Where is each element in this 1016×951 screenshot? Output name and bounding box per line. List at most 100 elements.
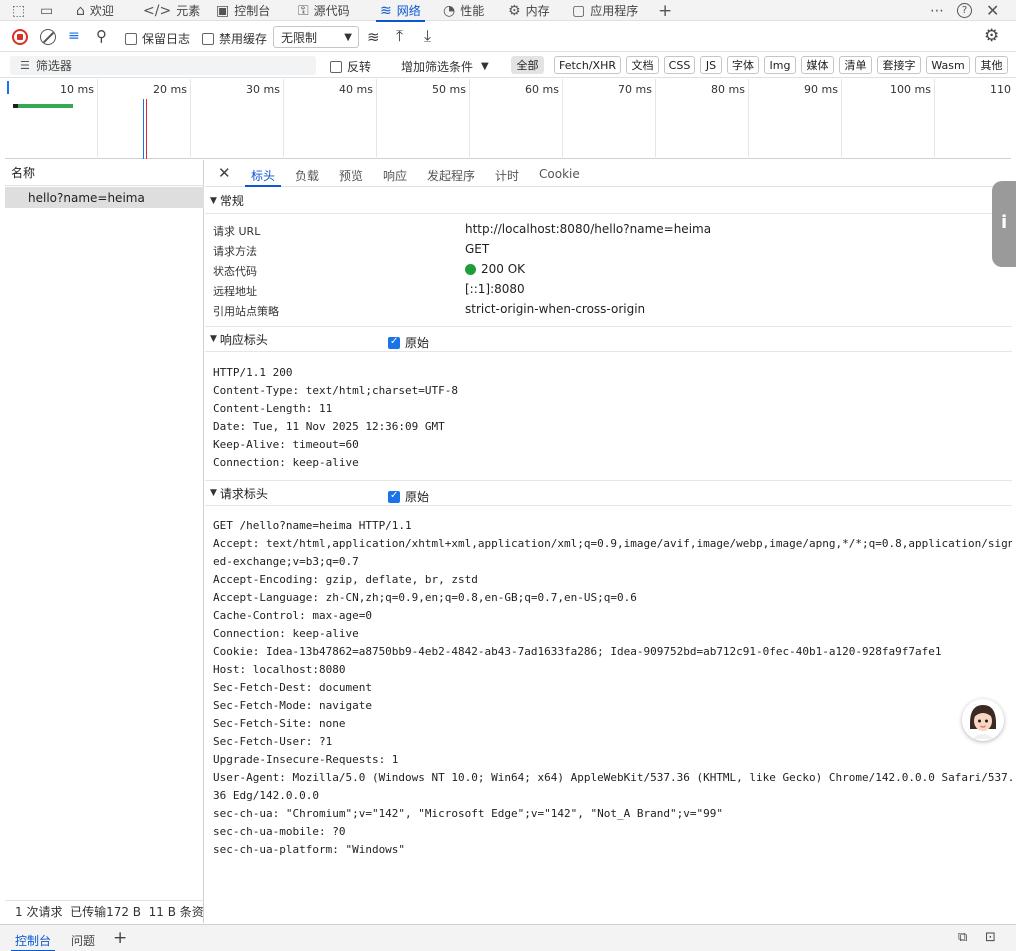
timeline-tick: 70 ms [563, 79, 656, 159]
help-button[interactable]: ? [957, 0, 977, 21]
response-headers-section-header[interactable]: ▼ 响应标头 原始 [205, 326, 1012, 352]
tab-response[interactable]: 响应 [383, 167, 407, 184]
gear-icon: ⚙ [984, 26, 1000, 46]
filter-type-manifest[interactable]: 清单 [839, 56, 872, 74]
tick-label: 90 ms [804, 83, 838, 96]
disable-cache-checkbox[interactable]: 禁用缓存 [202, 30, 267, 47]
drawer-tab-console[interactable]: 控制台 [10, 932, 56, 951]
filter-placeholder: 筛选器 [35, 59, 72, 73]
request-headers-section-header[interactable]: ▼ 请求标头 原始 [205, 480, 1012, 506]
filter-type-wasm[interactable]: Wasm [926, 56, 970, 74]
chevron-down-icon: ▼ [344, 31, 352, 43]
header-line: Sec-Fetch-Site: none [213, 717, 346, 730]
more-filters-dropdown[interactable]: 增加筛选条件 ▼ [401, 58, 489, 75]
section-title: 响应标头 [219, 332, 268, 347]
tab-welcome[interactable]: ⌂ 欢迎 [76, 0, 114, 21]
close-drawer-button[interactable]: ⊡ [985, 930, 996, 945]
assistant-avatar[interactable] [962, 699, 1004, 741]
checkbox-box [125, 32, 137, 45]
tab-performance[interactable]: ◔ 性能 [443, 0, 484, 21]
tick-label: 40 ms [339, 83, 373, 96]
stop-recording-button[interactable] [12, 29, 28, 45]
tab-payload[interactable]: 负载 [295, 167, 319, 184]
status-code-text: 200 OK [481, 262, 526, 276]
network-settings-button[interactable]: ⚙ [984, 26, 999, 46]
import-har-button[interactable]: ⤒ [396, 26, 403, 46]
tab-application[interactable]: ▢ 应用程序 [572, 0, 638, 21]
filter-type-socket[interactable]: 套接字 [877, 56, 921, 74]
tick-label: 50 ms [432, 83, 466, 96]
devtools-tab-bar: ⬚ ▭ ⌂ 欢迎 </> 元素 ▣ 控制台 ⚿ 源代码 ≋ 网络 ◔ 性能 ⚙ 内存 ▢ 应用程… [0, 0, 1016, 22]
filter-type-font[interactable]: 字体 [727, 56, 759, 74]
tab-preview[interactable]: 预览 [339, 167, 363, 184]
more-options-button[interactable]: ⋯ [930, 0, 949, 21]
filter-input[interactable]: ☰ 筛选器 [10, 56, 316, 75]
status-dot-icon [465, 263, 476, 275]
tab-console[interactable]: ▣ 控制台 [216, 0, 270, 21]
network-conditions-button[interactable]: ≋ [367, 28, 380, 46]
filter-type-js[interactable]: JS [700, 56, 722, 74]
detail-tab-bar: ✕ 标头 负载 预览 响应 发起程序 计时 Cookie [205, 160, 1012, 187]
raw-toggle-checkbox[interactable]: 原始 [388, 334, 429, 351]
dom-content-loaded-marker [143, 99, 144, 159]
header-line: Sec-Fetch-Mode: navigate [213, 699, 372, 712]
filter-icon: ≡ [68, 28, 80, 44]
header-line: 36 Edg/142.0.0.0 [213, 789, 319, 802]
request-row[interactable]: hello?name=heima [5, 187, 204, 208]
tab-timing[interactable]: 计时 [495, 167, 519, 184]
filter-type-fetch-xhr[interactable]: Fetch/XHR [554, 56, 621, 74]
filter-type-doc[interactable]: 文档 [626, 56, 659, 74]
tab-initiator[interactable]: 发起程序 [427, 167, 475, 184]
raw-toggle-checkbox[interactable]: 原始 [388, 488, 429, 505]
filter-type-media[interactable]: 媒体 [801, 56, 834, 74]
export-har-button[interactable]: ⤓ [424, 26, 431, 46]
timeline-overview[interactable]: 10 ms 20 ms 30 ms 40 ms 50 ms 60 ms 70 m… [5, 79, 1011, 159]
memory-icon: ⚙ [508, 2, 521, 19]
tab-label: 元素 [176, 4, 201, 18]
dock-drawer-button[interactable]: ⧉ [958, 930, 967, 945]
throttling-select[interactable]: 无限制 ▼ [273, 26, 359, 48]
close-devtools-button[interactable]: ✕ [986, 0, 1004, 21]
header-line: Host: localhost:8080 [213, 663, 346, 676]
download-icon: ⤓ [424, 26, 432, 45]
timeline-tick: 110 [935, 79, 1011, 159]
filter-type-other[interactable]: 其他 [975, 56, 1008, 74]
drawer-tab-bar: 控制台 问题 + ⧉ ⊡ [0, 924, 1016, 951]
sidebar-handle[interactable]: i [992, 181, 1016, 267]
timeline-tick: 10 ms [5, 79, 98, 159]
tick-label: 20 ms [153, 83, 187, 96]
filter-toggle-button[interactable]: ≡ [68, 28, 80, 44]
more-icon: ⋯ [930, 2, 944, 19]
section-title: 常规 [219, 194, 244, 208]
tab-cookies[interactable]: Cookie [539, 167, 580, 181]
more-tabs-button[interactable]: + [658, 0, 677, 21]
header-line: Cookie: Idea-13b47862=a8750bb9-4eb2-4842… [213, 645, 942, 658]
preserve-log-checkbox[interactable]: 保留日志 [125, 30, 190, 47]
header-line: Connection: keep-alive [213, 456, 359, 469]
tab-elements[interactable]: </> 元素 [143, 0, 200, 21]
name-column-header[interactable]: 名称 [5, 160, 204, 186]
general-section-header[interactable]: ▼ 常规 [205, 188, 1012, 214]
add-drawer-tab-button[interactable]: + [113, 928, 127, 948]
tab-sources[interactable]: ⚿ 源代码 [298, 0, 350, 21]
inspect-icon: ⬚ [12, 2, 26, 19]
search-button[interactable]: ⚲ [96, 27, 107, 45]
tab-headers[interactable]: 标头 [244, 167, 282, 187]
tab-memory[interactable]: ⚙ 内存 [508, 0, 550, 21]
header-line: HTTP/1.1 200 [213, 366, 293, 379]
close-detail-button[interactable]: ✕ [218, 164, 231, 182]
filter-type-img[interactable]: Img [764, 56, 796, 74]
tab-network[interactable]: ≋ 网络 [376, 0, 425, 22]
filter-type-all[interactable]: 全部 [511, 56, 544, 74]
filter-type-css[interactable]: CSS [664, 56, 695, 74]
inspect-element-button[interactable]: ⬚ [12, 0, 30, 21]
device-toolbar-button[interactable]: ▭ [40, 0, 58, 21]
clear-button[interactable] [40, 29, 56, 45]
expand-arrow-icon: ▼ [210, 195, 217, 206]
invert-label: 反转 [347, 60, 372, 74]
drawer-tab-issues[interactable]: 问题 [71, 932, 95, 949]
timeline-tick: 90 ms [749, 79, 842, 159]
header-line: User-Agent: Mozilla/5.0 (Windows NT 10.0… [213, 771, 1012, 784]
invert-checkbox[interactable]: 反转 [330, 58, 371, 75]
close-icon: ✕ [218, 164, 231, 182]
